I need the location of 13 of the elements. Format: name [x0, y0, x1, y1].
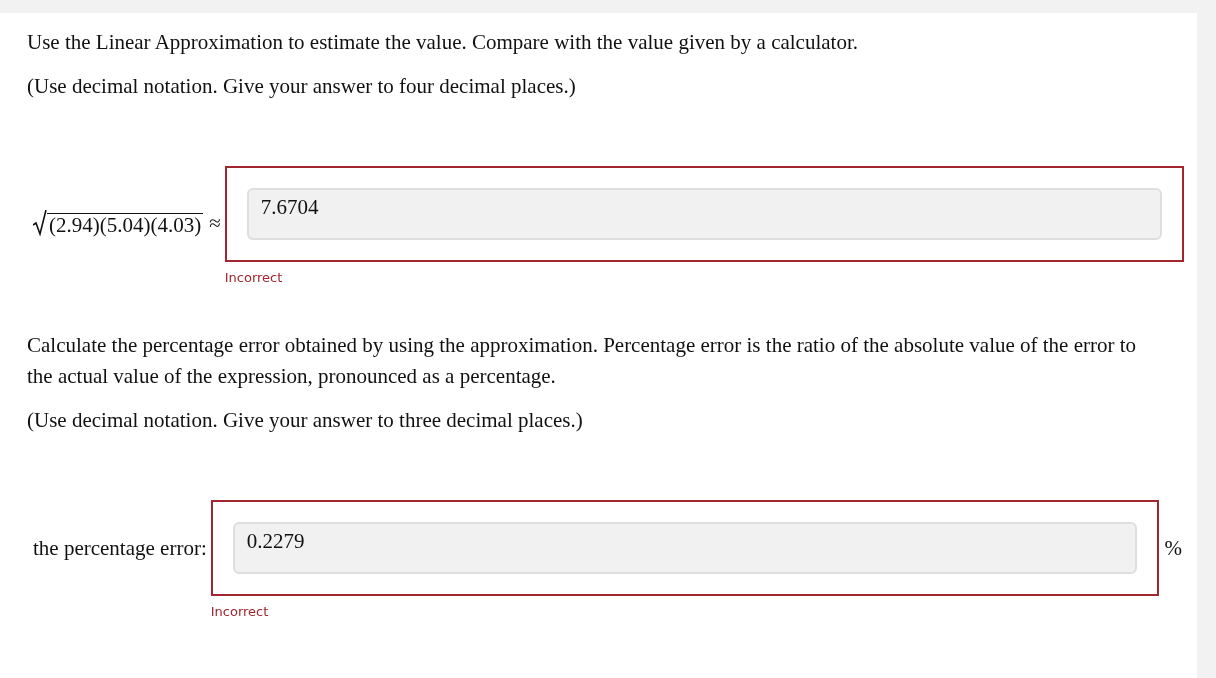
question-text: (Use decimal notation. Give your answer to four decimal places.)	[27, 73, 577, 100]
feedback-text: Incorrect	[224, 270, 283, 285]
question-text: (Use decimal notation. Give your answer to three decimal places.)	[27, 407, 584, 434]
answer-label: the percentage error:	[32, 535, 208, 561]
feedback-text: Incorrect	[210, 604, 269, 619]
approx-sign: ≈	[209, 211, 221, 236]
question-text: Calculate the percentage error obtained by using the approximation. Percentage error is the ratio of the absolute value of the error to the actual value of the expression, pronounced as a percentage.	[27, 332, 1138, 390]
answer-field[interactable]: 7.6704	[246, 188, 1162, 240]
question-text: Use the Linear Approximation to estimate the value. Compare with the value given by a calculator.	[27, 29, 859, 56]
radicand-text: (2.94)(5.04)(4.03)	[47, 213, 204, 236]
answer-field[interactable]: 0.2279	[232, 522, 1137, 574]
radical-sign-icon	[33, 210, 47, 236]
unit-label: %	[1164, 535, 1182, 561]
